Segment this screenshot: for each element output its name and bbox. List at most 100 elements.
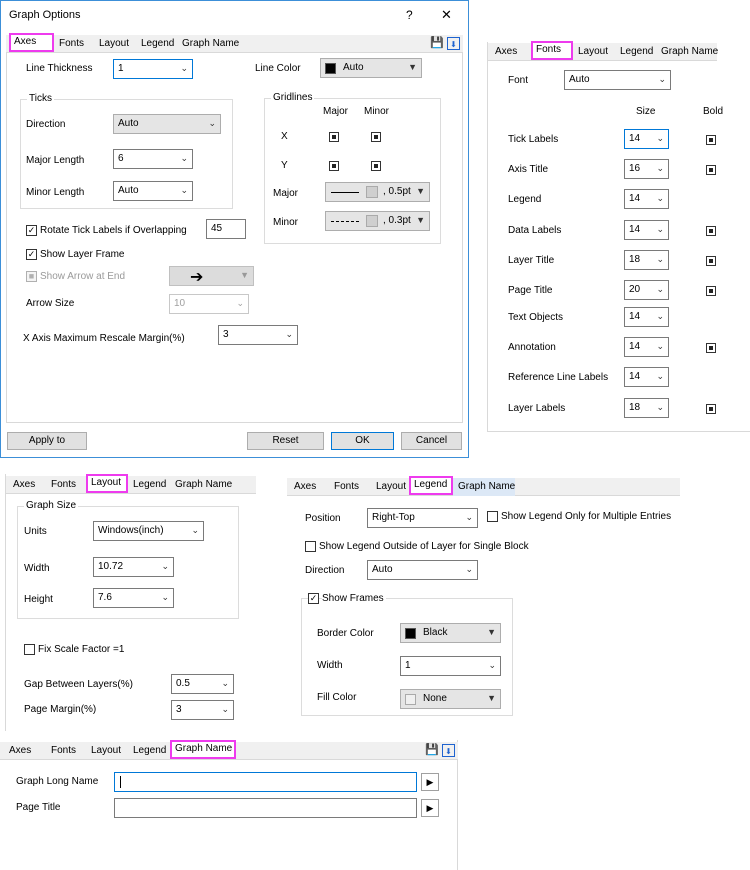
tab-layout[interactable]: Layout — [86, 474, 128, 493]
chevron-down-icon: ⌄ — [208, 118, 216, 128]
tab-axes[interactable]: Axes — [8, 476, 44, 494]
line-color-label: Line Color — [255, 63, 301, 74]
border-color-combo[interactable]: Black ▼ — [400, 623, 501, 643]
major-length-combo[interactable]: 6 ⌄ — [113, 149, 193, 169]
frame-width-combo[interactable]: 1 ⌄ — [400, 656, 501, 676]
tab-fonts[interactable]: Fonts — [531, 41, 573, 60]
bold-checkbox[interactable] — [706, 226, 716, 236]
tab-fonts[interactable]: Fonts — [54, 35, 94, 53]
ok-button[interactable]: OK — [331, 432, 394, 450]
direction-combo[interactable]: Auto ⌄ — [113, 114, 221, 134]
tab-layout[interactable]: Layout — [86, 742, 128, 760]
rotate-labels-checkbox[interactable]: ✓ — [26, 225, 37, 236]
dialog-title: Graph Options — [9, 9, 81, 21]
units-combo[interactable]: Windows(inch) ⌄ — [93, 521, 204, 541]
load-icon[interactable]: ⬇ — [442, 744, 455, 757]
x-major-checkbox[interactable] — [329, 132, 339, 142]
long-name-expand-button[interactable]: ▶ — [421, 773, 439, 791]
tab-graph-name[interactable]: Graph Name — [170, 476, 232, 494]
load-icon[interactable]: ⬇ — [447, 37, 460, 50]
tab-layout[interactable]: Layout — [94, 35, 136, 53]
save-icon[interactable]: 💾 — [425, 744, 439, 757]
bold-checkbox[interactable] — [706, 404, 716, 414]
tab-graph-name[interactable]: Graph Name — [177, 35, 239, 53]
position-combo[interactable]: Right-Top ⌄ — [367, 508, 478, 528]
tab-axes[interactable]: Axes — [4, 742, 44, 760]
line-color-combo[interactable]: Auto ▼ — [320, 58, 422, 78]
minor-length-combo[interactable]: Auto ⌄ — [113, 181, 193, 201]
tab-fonts[interactable]: Fonts — [46, 476, 86, 494]
grid-minor-style[interactable]: , 0.3pt ▼ — [325, 211, 430, 231]
line-thickness-combo[interactable]: 1 ⌄ — [113, 59, 193, 79]
page-title-input[interactable] — [114, 798, 417, 818]
show-frames-checkbox[interactable]: ✓ — [308, 593, 319, 604]
save-icon[interactable]: 💾 — [430, 37, 444, 50]
tab-axes[interactable]: Axes — [289, 478, 329, 496]
font-size-combo[interactable]: 14 ⌄ — [624, 337, 669, 357]
tab-layout[interactable]: Layout — [371, 478, 409, 496]
tab-axes[interactable]: Axes — [9, 33, 54, 52]
bold-checkbox[interactable] — [706, 256, 716, 266]
tab-fonts[interactable]: Fonts — [329, 478, 371, 496]
legend-direction-combo[interactable]: Auto ⌄ — [367, 560, 478, 580]
font-size-combo[interactable]: 20 ⌄ — [624, 280, 669, 300]
tab-legend[interactable]: Legend — [615, 43, 656, 61]
tab-graph-name[interactable]: Graph Name — [453, 478, 515, 496]
tab-graph-name[interactable]: Graph Name — [170, 740, 236, 759]
y-minor-checkbox[interactable] — [371, 161, 381, 171]
font-size-combo[interactable]: 14 ⌄ — [624, 307, 669, 327]
tab-layout[interactable]: Layout — [573, 43, 615, 61]
tab-legend[interactable]: Legend — [128, 742, 169, 760]
y-major-checkbox[interactable] — [329, 161, 339, 171]
font-size-combo[interactable]: 18 ⌄ — [624, 398, 669, 418]
tab-bar: Axes Fonts Layout Legend Graph Name — [287, 476, 680, 496]
frame-width-label: Width — [317, 660, 343, 671]
cancel-button[interactable]: Cancel — [401, 432, 462, 450]
tab-legend[interactable]: Legend — [136, 35, 177, 53]
page-title-expand-button[interactable]: ▶ — [421, 799, 439, 817]
tab-legend[interactable]: Legend — [128, 476, 170, 494]
font-size-combo[interactable]: 14 ⌄ — [624, 189, 669, 209]
font-combo[interactable]: Auto ⌄ — [564, 70, 671, 90]
tab-axes[interactable]: Axes — [490, 43, 530, 61]
width-combo[interactable]: 10.72 ⌄ — [93, 557, 174, 577]
fill-color-combo[interactable]: None ▼ — [400, 689, 501, 709]
long-name-input[interactable] — [114, 772, 417, 792]
caret-down-icon: ▼ — [416, 215, 425, 225]
font-size-combo[interactable]: 14 ⌄ — [624, 367, 669, 387]
rescale-margin-combo[interactable]: 3 ⌄ — [218, 325, 298, 345]
font-size-combo[interactable]: 14 ⌄ — [624, 220, 669, 240]
grid-major-style[interactable]: , 0.5pt ▼ — [325, 182, 430, 202]
tab-legend[interactable]: Legend — [409, 476, 453, 495]
bold-checkbox[interactable] — [706, 165, 716, 175]
font-row-label: Annotation — [508, 342, 556, 353]
chevron-down-icon: ⌄ — [656, 224, 664, 234]
bold-checkbox[interactable] — [706, 135, 716, 145]
show-arrow-checkbox[interactable]: ■ — [26, 271, 37, 282]
gap-combo[interactable]: 0.5 ⌄ — [171, 674, 234, 694]
bold-checkbox[interactable] — [706, 286, 716, 296]
tab-bar: Axes Fonts Layout Legend Graph Name — [6, 474, 256, 494]
fix-scale-checkbox[interactable] — [24, 644, 35, 655]
show-layer-frame-checkbox[interactable]: ✓ — [26, 249, 37, 260]
bold-checkbox[interactable] — [706, 343, 716, 353]
x-minor-checkbox[interactable] — [371, 132, 381, 142]
page-margin-combo[interactable]: 3 ⌄ — [171, 700, 234, 720]
height-combo[interactable]: 7.6 ⌄ — [93, 588, 174, 608]
font-size-combo[interactable]: 14 ⌄ — [624, 129, 669, 149]
chevron-down-icon: ⌄ — [221, 704, 229, 714]
only-multiple-checkbox[interactable] — [487, 511, 498, 522]
arrow-size-combo[interactable]: 10 ⌄ — [169, 294, 249, 314]
tab-fonts[interactable]: Fonts — [46, 742, 86, 760]
rotate-angle-input[interactable]: 45 — [206, 219, 246, 239]
font-size-combo[interactable]: 16 ⌄ — [624, 159, 669, 179]
close-button[interactable]: ✕ — [441, 7, 452, 23]
arrow-style-combo[interactable]: ➔ ▼ — [169, 266, 254, 286]
outside-layer-checkbox[interactable] — [305, 541, 316, 552]
tab-graph-name[interactable]: Graph Name — [656, 43, 718, 61]
bold-column-header: Bold — [703, 106, 724, 117]
font-size-combo[interactable]: 18 ⌄ — [624, 250, 669, 270]
apply-to-button[interactable]: Apply to — [7, 432, 87, 450]
reset-button[interactable]: Reset — [247, 432, 324, 450]
help-button[interactable]: ? — [406, 8, 413, 22]
